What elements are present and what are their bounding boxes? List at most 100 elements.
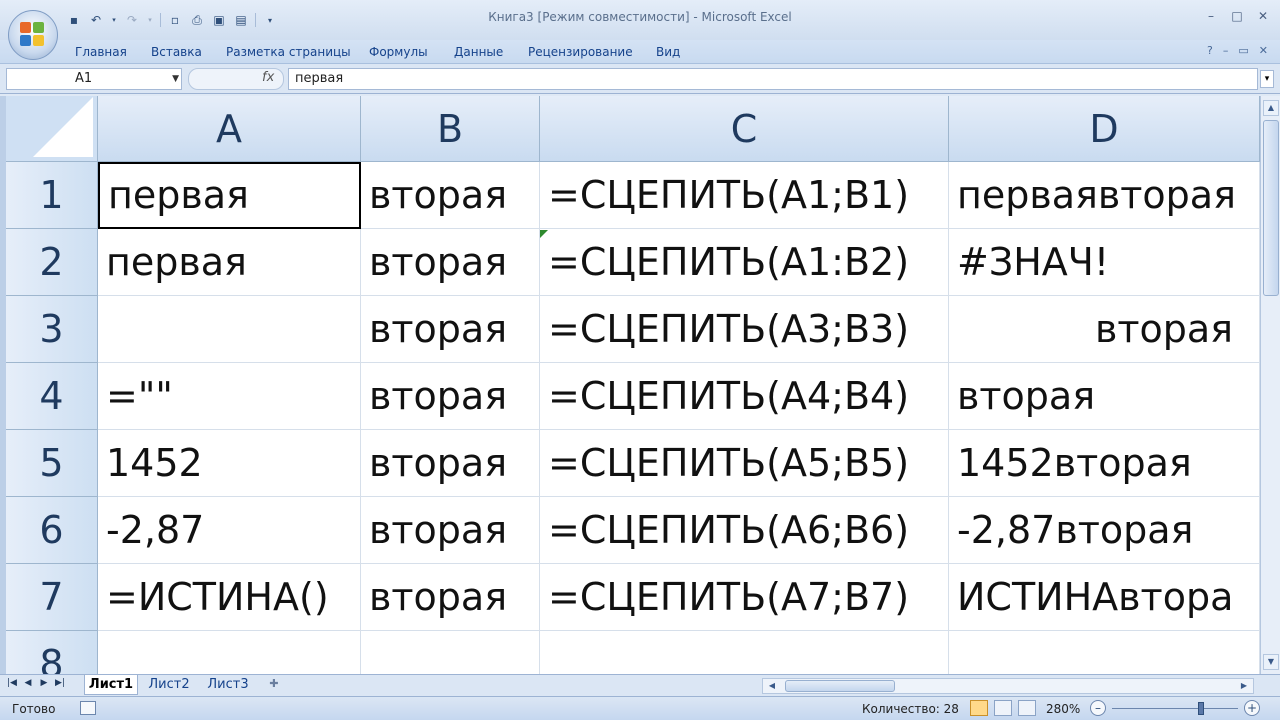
row-header-7[interactable]: 7	[6, 564, 98, 631]
sheet-tab-bar: |◀ ◀ ▶ ▶| Лист1 Лист2 Лист3 ✚ ◀ ▶	[0, 674, 1280, 696]
sheet-tab-1[interactable]: Лист1	[84, 675, 138, 695]
page-layout-view-icon[interactable]	[994, 700, 1012, 716]
cell-a1[interactable]: первая	[98, 162, 361, 229]
cell-d7[interactable]: ИСТИНАвтора	[949, 564, 1260, 631]
select-all-triangle-icon	[33, 97, 93, 157]
cell-c3[interactable]: =СЦЕПИТЬ(A3;B3)	[540, 296, 949, 363]
cell-a8[interactable]	[98, 631, 361, 674]
page-break-view-icon[interactable]	[1018, 700, 1036, 716]
row-header-5[interactable]: 5	[6, 430, 98, 497]
cell-d5[interactable]: 1452вторая	[949, 430, 1260, 497]
normal-view-icon[interactable]	[970, 700, 988, 716]
zoom-in-icon[interactable]: +	[1244, 700, 1260, 716]
cell-a4[interactable]: =""	[98, 363, 361, 430]
tab-data[interactable]: Данные	[454, 45, 503, 59]
workbook-close-icon[interactable]: ✕	[1259, 44, 1268, 57]
horizontal-scroll-thumb[interactable]	[785, 680, 895, 692]
office-logo-icon	[20, 22, 46, 48]
cell-c4[interactable]: =СЦЕПИТЬ(A4;B4)	[540, 363, 949, 430]
horizontal-scrollbar[interactable]: ◀ ▶	[762, 678, 1254, 694]
first-sheet-icon[interactable]: |◀	[6, 678, 18, 688]
column-header-a[interactable]: A	[98, 96, 361, 162]
zoom-track[interactable]	[1112, 708, 1238, 709]
scroll-left-icon[interactable]: ◀	[765, 679, 779, 693]
row-header-6[interactable]: 6	[6, 497, 98, 564]
cell-a7[interactable]: =ИСТИНА()	[98, 564, 361, 631]
insert-function-icon[interactable]: fx	[262, 70, 274, 85]
cell-c8[interactable]	[540, 631, 949, 674]
row-header-4[interactable]: 4	[6, 363, 98, 430]
formula-error-indicator-icon[interactable]	[540, 230, 548, 238]
tab-formulas[interactable]: Формулы	[369, 45, 428, 59]
row-header-2[interactable]: 2	[6, 229, 98, 296]
scroll-down-icon[interactable]: ▼	[1263, 654, 1279, 670]
formula-expand-icon[interactable]: ▾	[1260, 70, 1274, 88]
zoom-slider-handle[interactable]	[1198, 702, 1204, 715]
minimize-icon[interactable]: –	[1202, 8, 1220, 24]
workbook-minimize-icon[interactable]: –	[1223, 44, 1229, 57]
maximize-icon[interactable]: □	[1228, 8, 1246, 24]
window-controls: – □ ✕	[1202, 8, 1272, 24]
scroll-right-icon[interactable]: ▶	[1237, 679, 1251, 693]
status-count: Количество: 28	[862, 702, 959, 716]
cell-d2[interactable]: #ЗНАЧ!	[949, 229, 1260, 296]
cell-b8[interactable]	[361, 631, 540, 674]
tab-home[interactable]: Главная	[75, 45, 127, 59]
tab-review[interactable]: Рецензирование	[528, 45, 633, 59]
cell-b6[interactable]: вторая	[361, 497, 540, 564]
cell-a6[interactable]: -2,87	[98, 497, 361, 564]
column-header-b[interactable]: B	[361, 96, 540, 162]
cell-b4[interactable]: вторая	[361, 363, 540, 430]
cell-d1[interactable]: перваявторая	[949, 162, 1260, 229]
workbook-restore-icon[interactable]: ▭	[1238, 44, 1248, 57]
macro-record-icon[interactable]	[80, 701, 96, 715]
tab-view[interactable]: Вид	[656, 45, 680, 59]
zoom-level[interactable]: 280%	[1046, 702, 1080, 716]
row-header-3[interactable]: 3	[6, 296, 98, 363]
formula-input[interactable]: первая	[288, 68, 1258, 90]
row-header-1[interactable]: 1	[6, 162, 98, 229]
office-button[interactable]	[8, 10, 58, 60]
cell-a3[interactable]	[98, 296, 361, 363]
scroll-up-icon[interactable]: ▲	[1263, 100, 1279, 116]
row-header-8[interactable]: 8	[6, 631, 98, 674]
cell-b5[interactable]: вторая	[361, 430, 540, 497]
column-header-c[interactable]: C	[540, 96, 949, 162]
name-box[interactable]: A1 ▼	[6, 68, 182, 90]
tab-insert[interactable]: Вставка	[151, 45, 202, 59]
close-icon[interactable]: ✕	[1254, 8, 1272, 24]
last-sheet-icon[interactable]: ▶|	[54, 678, 66, 688]
vertical-scrollbar[interactable]: ▲ ▼	[1260, 96, 1280, 674]
cell-c2[interactable]: =СЦЕПИТЬ(A1:B2)	[540, 229, 949, 296]
cell-d3[interactable]: вторая	[949, 296, 1260, 363]
cell-b2[interactable]: вторая	[361, 229, 540, 296]
next-sheet-icon[interactable]: ▶	[38, 678, 50, 688]
name-box-dropdown-icon[interactable]: ▼	[172, 69, 179, 89]
status-ready: Готово	[12, 702, 56, 716]
tab-page-layout[interactable]: Разметка страницы	[226, 45, 351, 59]
cell-a5[interactable]: 1452	[98, 430, 361, 497]
cell-c7[interactable]: =СЦЕПИТЬ(A7;B7)	[540, 564, 949, 631]
sheet-tab-2[interactable]: Лист2	[142, 675, 196, 695]
cell-d4[interactable]: вторая	[949, 363, 1260, 430]
select-all-button[interactable]	[6, 96, 98, 162]
cell-c6[interactable]: =СЦЕПИТЬ(A6;B6)	[540, 497, 949, 564]
insert-sheet-icon[interactable]: ✚	[262, 677, 286, 693]
prev-sheet-icon[interactable]: ◀	[22, 678, 34, 688]
cell-a2[interactable]: первая	[98, 229, 361, 296]
name-box-value: A1	[75, 71, 93, 86]
zoom-slider[interactable]: – +	[1090, 700, 1260, 718]
cell-c5[interactable]: =СЦЕПИТЬ(A5;B5)	[540, 430, 949, 497]
worksheet-grid: A B C D 1 первая вторая =СЦЕПИТЬ(A1;B1) …	[0, 96, 1260, 674]
vertical-scroll-thumb[interactable]	[1263, 120, 1279, 296]
column-header-d[interactable]: D	[949, 96, 1260, 162]
cell-d8[interactable]	[949, 631, 1260, 674]
cell-c1[interactable]: =СЦЕПИТЬ(A1;B1)	[540, 162, 949, 229]
cell-b7[interactable]: вторая	[361, 564, 540, 631]
sheet-tab-3[interactable]: Лист3	[200, 675, 256, 695]
cell-d6[interactable]: -2,87вторая	[949, 497, 1260, 564]
help-icon[interactable]: ?	[1207, 44, 1213, 57]
cell-b3[interactable]: вторая	[361, 296, 540, 363]
zoom-out-icon[interactable]: –	[1090, 700, 1106, 716]
cell-b1[interactable]: вторая	[361, 162, 540, 229]
